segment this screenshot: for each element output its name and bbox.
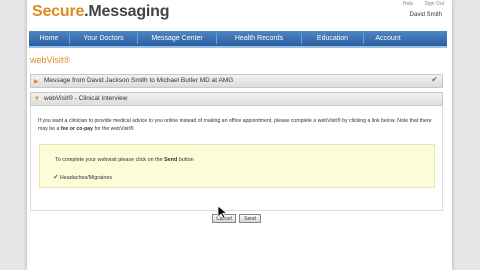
instruction-send-emphasis: Send [164, 157, 178, 163]
sign-out-link[interactable]: Sign Out [425, 1, 444, 7]
nav-health-records[interactable]: Health Records [217, 31, 301, 46]
expanded-arrow-icon: ▼ [34, 96, 40, 102]
option-label: Headaches/Migraines [59, 175, 113, 181]
option-headaches[interactable]: ✔Headaches/Migraines [53, 173, 112, 181]
send-button[interactable]: Send [239, 214, 261, 223]
instruction-end: button [177, 157, 194, 163]
section-title: webVisit® [30, 55, 70, 65]
check-icon: ✔ [431, 75, 438, 84]
nav-account[interactable]: Account [364, 31, 412, 46]
message-header-label: Message from David Jackson Smith to Mich… [44, 77, 234, 84]
nav-home[interactable]: Home [29, 31, 69, 46]
collapsed-arrow-icon: ▶ [34, 79, 39, 85]
nav-education[interactable]: Education [302, 31, 363, 46]
main-nav: Home Your Doctors Message Center Health … [29, 31, 447, 48]
page: Secure.Messaging Help Sign Out David Smi… [27, 0, 452, 270]
brand-logo: Secure.Messaging [32, 3, 170, 21]
check-icon: ✔ [53, 174, 59, 181]
nav-your-doctors[interactable]: Your Doctors [70, 31, 137, 46]
clinical-interview-bar[interactable]: ▼ webVisit® - Clinical Interview [30, 92, 443, 106]
message-header-bar[interactable]: ▶ Message from David Jackson Smith to Mi… [30, 74, 443, 88]
instruction-text: To complete your webvisit please click o… [55, 157, 194, 163]
help-link[interactable]: Help [403, 1, 413, 7]
mouse-pointer-icon [217, 205, 229, 219]
brand-part-2: .Messaging [84, 3, 170, 20]
user-name: David Smith [409, 12, 442, 18]
intro-text-end: for the webVisit® [93, 126, 134, 132]
header: Secure.Messaging Help Sign Out David Smi… [27, 0, 452, 31]
top-links: Help Sign Out [393, 1, 444, 7]
clinical-interview-label: webVisit® - Clinical Interview [44, 95, 128, 102]
instruction-callout [39, 144, 435, 188]
instruction-start: To complete your webvisit please click o… [55, 157, 165, 163]
intro-text: If you want a clinician to provide medic… [38, 117, 438, 133]
intro-fee-emphasis: fee or co-pay [60, 126, 94, 132]
nav-message-center[interactable]: Message Center [138, 31, 216, 46]
brand-part-1: Secure [32, 3, 85, 20]
